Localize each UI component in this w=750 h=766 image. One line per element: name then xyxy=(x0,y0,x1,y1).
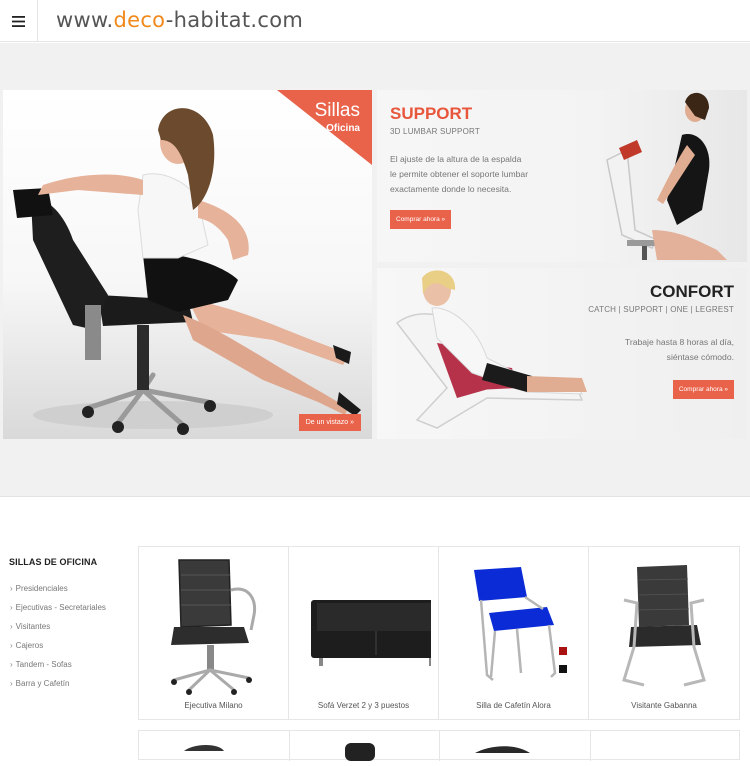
hamburger-icon xyxy=(12,15,25,27)
product-card[interactable]: Ejecutiva Milano xyxy=(139,547,289,719)
category-item-label: Barra y Cafetín xyxy=(15,679,70,688)
confort-buy-button[interactable]: Comprar ahora » xyxy=(672,380,734,399)
product-card[interactable]: Silla de Cafetín Alora xyxy=(439,547,589,719)
confort-description: Trabaje hasta 8 horas al día, siéntase c… xyxy=(625,335,734,365)
product-card[interactable] xyxy=(440,731,591,761)
product-image xyxy=(171,559,257,695)
hero-view-button[interactable]: De un vistazo » xyxy=(298,414,361,431)
support-buy-button[interactable]: Comprar ahora » xyxy=(390,210,452,229)
chevron-right-icon: › xyxy=(10,603,13,612)
support-description: El ajuste de la altura de la espalda le … xyxy=(390,152,528,197)
product-name: Visitante Gabanna xyxy=(631,701,697,710)
hero-banner[interactable]: Sillas Oficina De un vistazo » xyxy=(3,90,372,439)
product-image xyxy=(344,743,375,761)
confort-text-line: siéntase cómodo. xyxy=(666,352,734,362)
category-title: SILLAS DE OFICINA xyxy=(9,557,98,567)
confort-subtitle: CATCH | SUPPORT | ONE | LEGREST xyxy=(588,305,734,314)
category-item-barra[interactable]: › Barra y Cafetín xyxy=(10,679,106,698)
support-image xyxy=(606,92,727,260)
product-card[interactable]: Sofá Verzet 2 y 3 puestos xyxy=(289,547,439,719)
support-text-line: exactamente donde lo necesita. xyxy=(390,184,512,194)
support-subtitle: 3D LUMBAR SUPPORT xyxy=(390,127,480,136)
product-image xyxy=(474,567,567,681)
chevron-right-icon: › xyxy=(10,641,13,650)
menu-button[interactable] xyxy=(0,0,38,42)
product-image xyxy=(475,746,530,753)
site-logo[interactable]: www.deco-habitat.com xyxy=(56,8,303,32)
category-item-label: Ejecutivas - Secretariales xyxy=(15,603,106,612)
category-item-presidenciales[interactable]: › Presidenciales xyxy=(10,584,106,603)
product-card[interactable]: Visitante Gabanna xyxy=(589,547,739,719)
product-image xyxy=(622,565,706,687)
support-text-line: El ajuste de la altura de la espalda xyxy=(390,154,522,164)
product-card[interactable] xyxy=(591,731,740,761)
chevron-right-icon: › xyxy=(10,584,13,593)
product-grid-row-2 xyxy=(138,730,740,761)
product-card[interactable] xyxy=(290,731,440,761)
category-item-cajeros[interactable]: › Cajeros xyxy=(10,641,106,660)
logo-prefix: www. xyxy=(56,8,114,32)
confort-image xyxy=(395,270,587,429)
category-item-label: Tandem - Sofas xyxy=(15,660,72,669)
hero-corner-title: Sillas xyxy=(314,100,360,121)
category-item-ejecutivas[interactable]: › Ejecutivas - Secretariales xyxy=(10,603,106,622)
hero-corner-subtitle: Oficina xyxy=(326,123,360,134)
product-grid: Ejecutiva Milano Sofá Verzet 2 y 3 puest… xyxy=(138,546,740,720)
category-item-visitantes[interactable]: › Visitantes xyxy=(10,622,106,641)
confort-title: CONFORT xyxy=(649,282,734,301)
logo-accent: deco xyxy=(113,8,166,32)
category-item-tandem[interactable]: › Tandem - Sofas xyxy=(10,660,106,679)
chevron-right-icon: › xyxy=(10,679,13,688)
confort-text-line: Trabaje hasta 8 horas al día, xyxy=(624,337,734,347)
support-title: SUPPORT xyxy=(390,104,473,123)
site-header: www.deco-habitat.com xyxy=(0,0,750,42)
product-name: Silla de Cafetín Alora xyxy=(476,701,551,710)
confort-banner[interactable]: CONFORT CATCH | SUPPORT | ONE | LEGREST … xyxy=(377,268,747,439)
product-name: Ejecutiva Milano xyxy=(184,701,243,710)
category-list: › Presidenciales › Ejecutivas - Secretaria… xyxy=(10,584,106,698)
category-item-label: Cajeros xyxy=(15,641,44,650)
category-item-label: Presidenciales xyxy=(15,584,68,593)
support-banner[interactable]: SUPPORT 3D LUMBAR SUPPORT El ajuste de l… xyxy=(377,90,747,262)
logo-suffix: -habitat.com xyxy=(165,8,304,32)
product-card[interactable] xyxy=(139,731,290,761)
product-image xyxy=(184,745,224,751)
chevron-right-icon: › xyxy=(10,660,13,669)
support-text-line: le permite obtener el soporte lumbar xyxy=(390,169,529,179)
product-image xyxy=(311,600,431,666)
product-name: Sofá Verzet 2 y 3 puestos xyxy=(317,701,410,710)
category-item-label: Visitantes xyxy=(15,622,51,631)
chevron-right-icon: › xyxy=(10,622,13,631)
